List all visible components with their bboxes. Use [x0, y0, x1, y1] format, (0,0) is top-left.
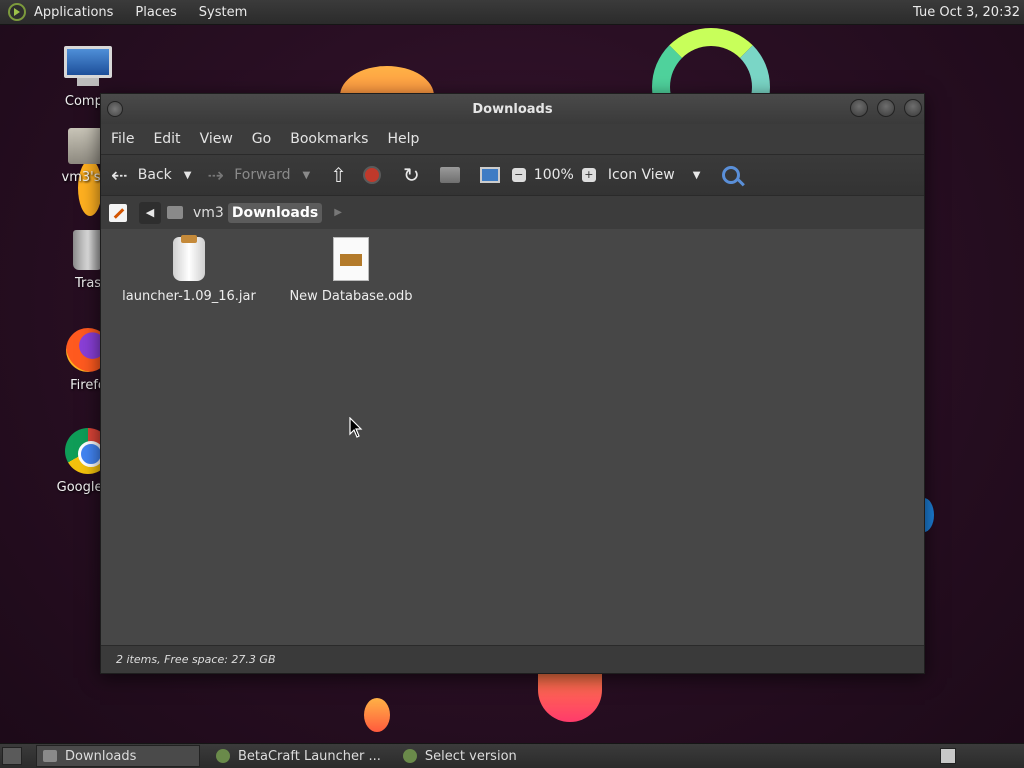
zoom-level[interactable]: 100%: [534, 167, 574, 183]
taskbar-item-downloads[interactable]: Downloads: [36, 745, 200, 767]
wallpaper-shape: [364, 698, 390, 732]
file-item[interactable]: launcher-1.09_16.jar: [119, 235, 259, 304]
breadcrumb-downloads[interactable]: Downloads: [227, 202, 323, 223]
show-desktop-button[interactable]: [2, 747, 22, 765]
file-view[interactable]: launcher-1.09_16.jar New Database.odb: [101, 229, 924, 647]
menu-edit[interactable]: Edit: [153, 131, 180, 147]
menu-go[interactable]: Go: [252, 131, 271, 147]
mouse-cursor-icon: [349, 417, 363, 438]
file-name: New Database.odb: [289, 289, 413, 304]
chevron-down-icon[interactable]: ▼: [693, 170, 701, 181]
close-button[interactable]: [904, 99, 922, 117]
back-button[interactable]: ⇠ Back ▼: [111, 163, 207, 187]
taskbar-item-betacraft[interactable]: BetaCraft Launcher ...: [210, 745, 387, 767]
folder-icon: [43, 750, 57, 762]
distro-logo-icon[interactable]: [8, 3, 26, 21]
location-bar: ◀ vm3 Downloads ▶: [101, 196, 924, 229]
betacraft-icon: [216, 749, 230, 763]
home-folder-icon: [167, 206, 183, 219]
reload-icon[interactable]: ↻: [403, 163, 420, 187]
task-label: BetaCraft Launcher ...: [238, 748, 381, 764]
toolbar: ⇠ Back ▼ ⇢ Forward ▼ ⇧ ↻ − 100% + Icon V…: [101, 154, 924, 196]
window-title: Downloads: [472, 101, 553, 117]
breadcrumb-right-arrow[interactable]: ▶: [334, 207, 342, 218]
clock[interactable]: Tue Oct 3, 20:32: [913, 5, 1020, 20]
stop-icon[interactable]: [363, 166, 382, 184]
bottom-panel: Downloads BetaCraft Launcher ... Select …: [0, 743, 1024, 768]
menu-places[interactable]: Places: [135, 5, 176, 20]
computer-icon[interactable]: [479, 167, 500, 183]
betacraft-icon: [402, 749, 417, 763]
trash-icon: [73, 230, 103, 270]
window-menu-button[interactable]: [107, 101, 123, 117]
menu-applications[interactable]: Applications: [34, 5, 113, 20]
jar-icon: [173, 235, 205, 281]
menu-help[interactable]: Help: [387, 131, 419, 147]
back-label: Back: [137, 167, 172, 183]
breadcrumb-left-arrow[interactable]: ◀: [139, 201, 161, 224]
minimize-button[interactable]: [850, 99, 868, 117]
back-history-dropdown[interactable]: ▼: [184, 170, 192, 181]
task-label: Downloads: [65, 748, 137, 764]
window-titlebar[interactable]: Downloads: [101, 94, 924, 124]
forward-history-dropdown[interactable]: ▼: [303, 170, 311, 181]
status-bar: 2 items, Free space: 27.3 GB: [101, 645, 924, 673]
menu-file[interactable]: File: [111, 131, 134, 147]
menu-system[interactable]: System: [199, 5, 247, 20]
status-text: 2 items, Free space: 27.3 GB: [116, 653, 276, 666]
forward-label: Forward: [234, 167, 291, 183]
menubar: File Edit View Go Bookmarks Help: [101, 124, 924, 154]
up-arrow-icon[interactable]: ⇧: [330, 163, 347, 187]
top-panel: Applications Places System Tue Oct 3, 20…: [0, 0, 1024, 25]
forward-button[interactable]: ⇢ Forward ▼: [207, 163, 326, 187]
search-icon[interactable]: [722, 166, 741, 184]
back-arrow-icon: ⇠: [111, 163, 128, 187]
menu-bookmarks[interactable]: Bookmarks: [290, 131, 368, 147]
task-label: Select version: [424, 748, 517, 764]
home-icon[interactable]: [439, 167, 460, 183]
taskbar-item-select-version[interactable]: Select version: [397, 745, 523, 767]
edit-location-icon[interactable]: [109, 203, 127, 222]
database-file-icon: [333, 237, 369, 281]
file-item[interactable]: New Database.odb: [281, 237, 421, 304]
computer-icon: [64, 46, 112, 88]
breadcrumb-vm3[interactable]: vm3: [189, 203, 228, 223]
file-name: launcher-1.09_16.jar: [122, 289, 256, 304]
zoom-out-button[interactable]: −: [511, 168, 526, 182]
view-mode-select[interactable]: Icon View: [608, 167, 675, 183]
file-manager-window: Downloads File Edit View Go Bookmarks He…: [100, 93, 925, 674]
workspace-switcher[interactable]: [940, 748, 956, 764]
zoom-in-button[interactable]: +: [581, 168, 596, 182]
forward-arrow-icon: ⇢: [207, 163, 225, 187]
menu-view[interactable]: View: [200, 131, 233, 147]
maximize-button[interactable]: [877, 99, 895, 117]
